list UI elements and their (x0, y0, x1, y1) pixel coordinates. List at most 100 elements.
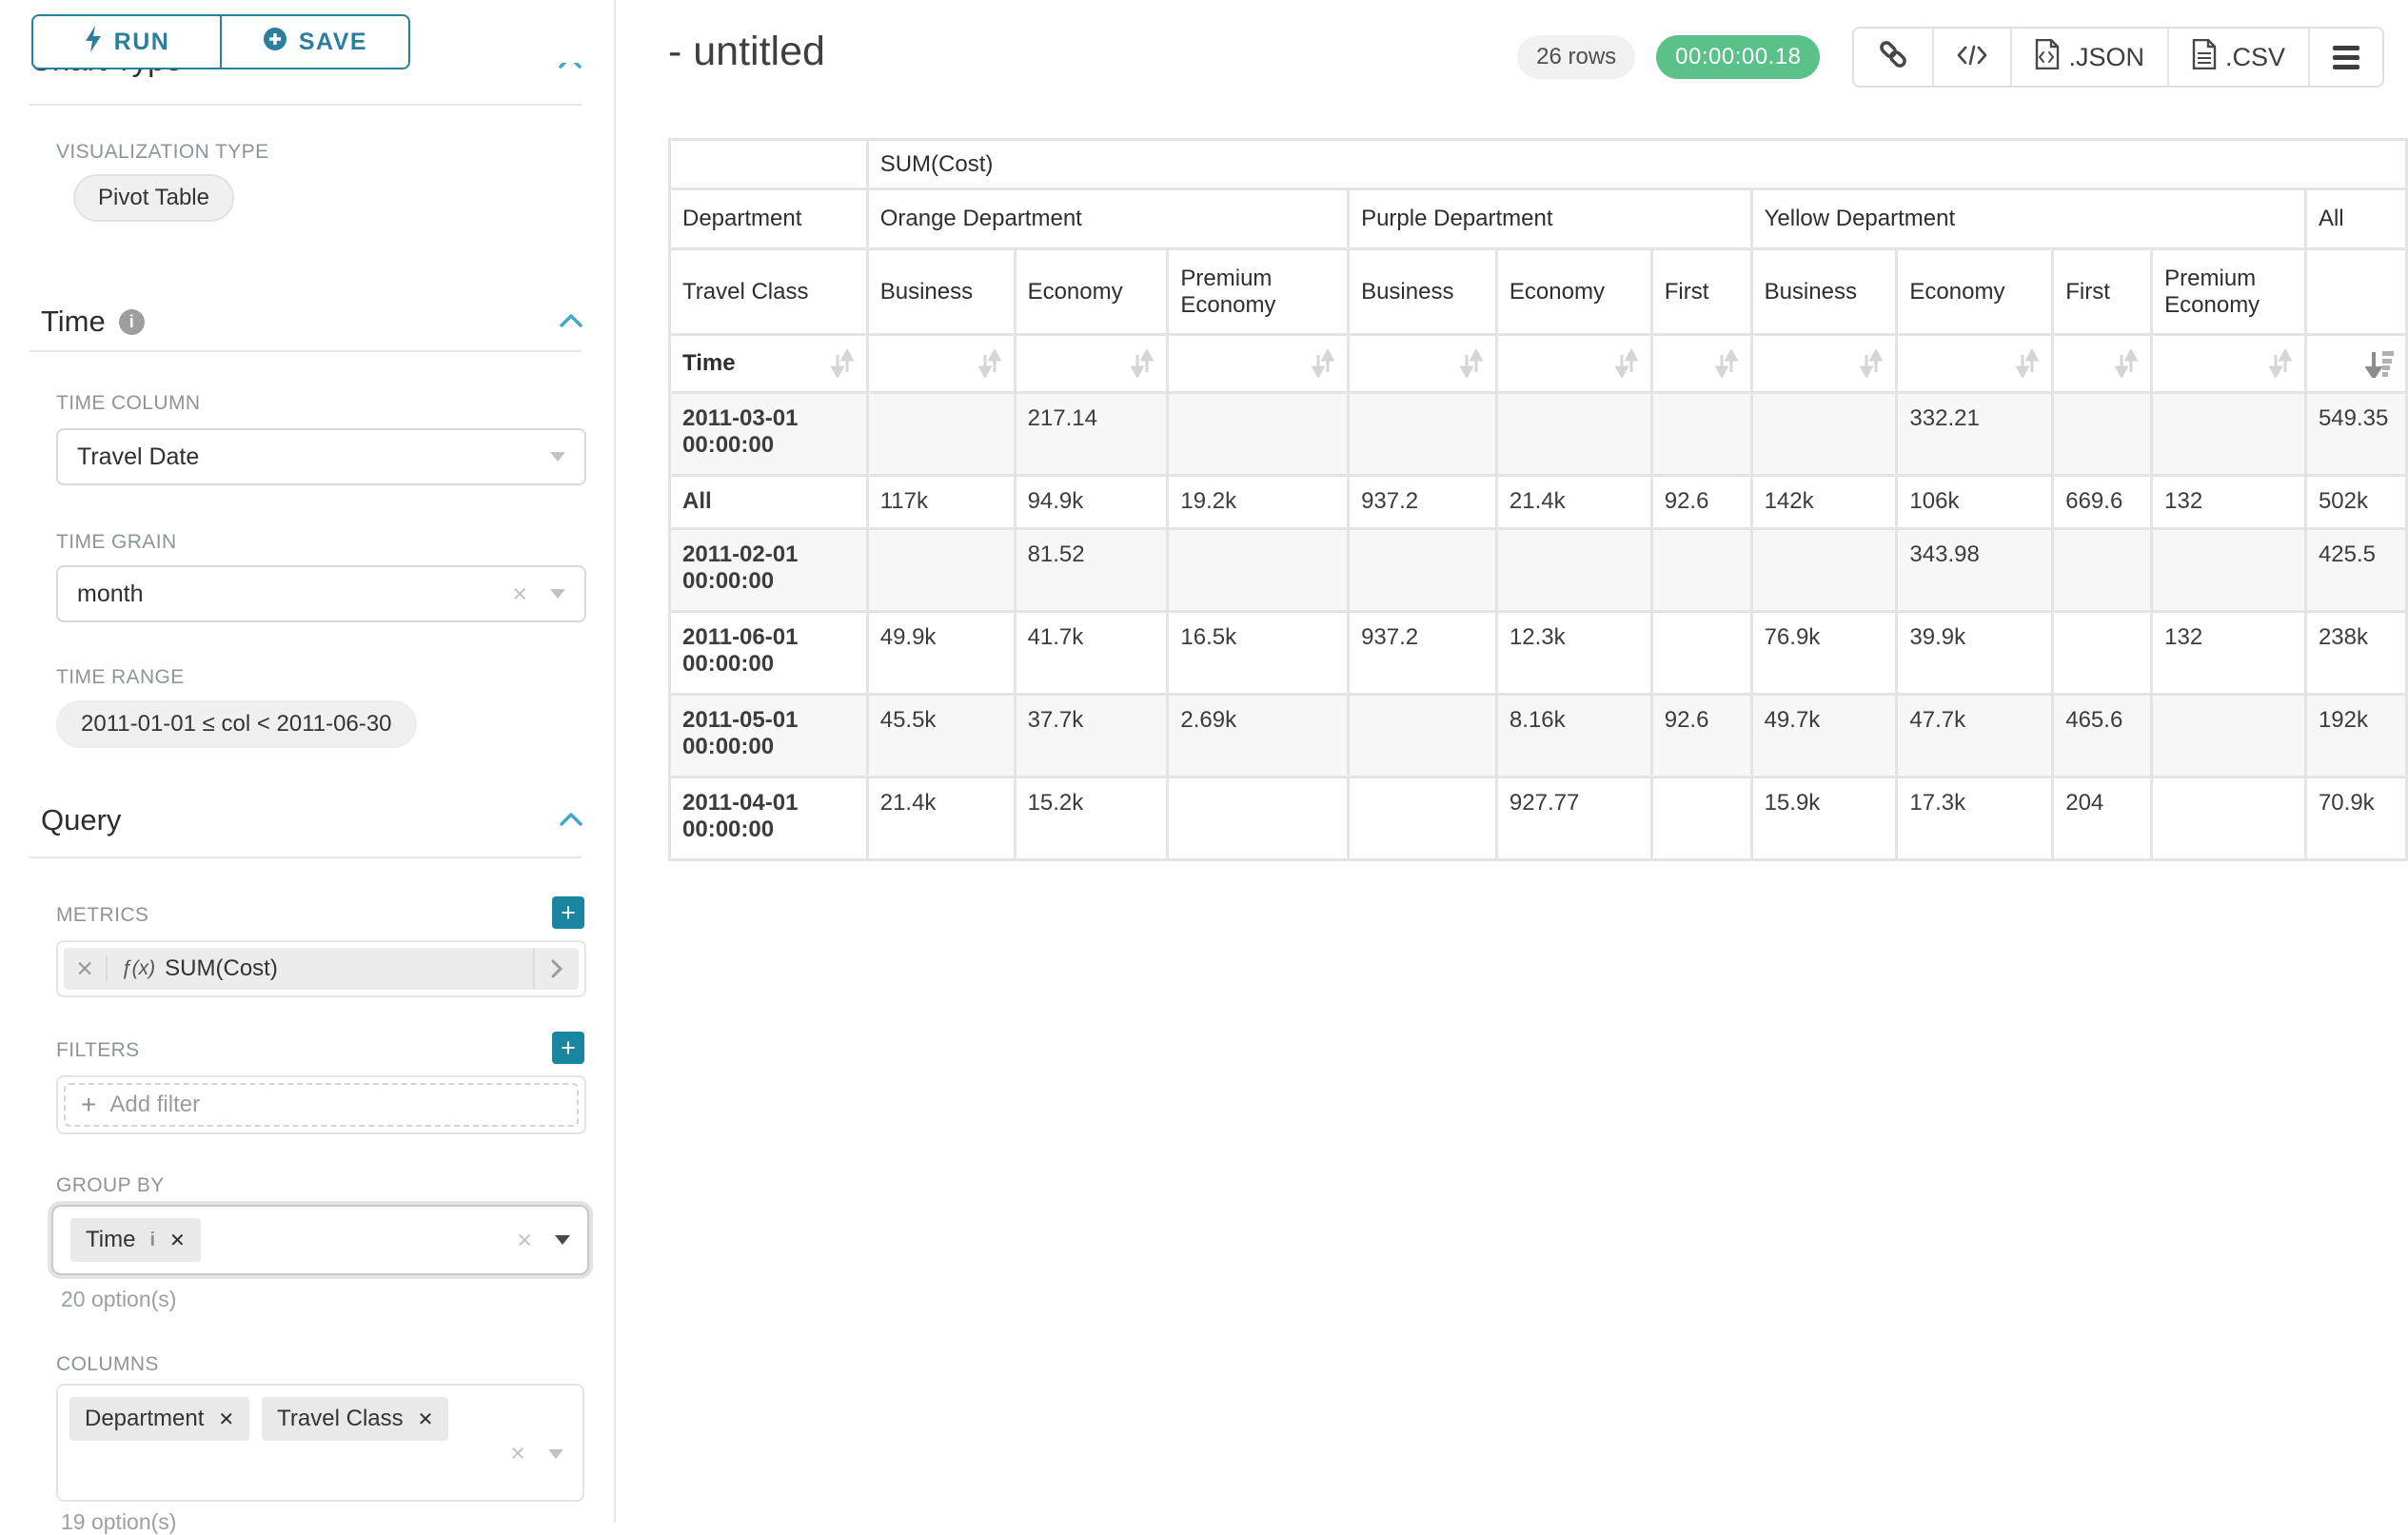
visualization-type-value[interactable]: Pivot Table (73, 174, 234, 222)
metrics-label: METRICS (56, 904, 148, 927)
pivot-cell (2053, 612, 2152, 695)
export-json-button[interactable]: .JSON (2010, 29, 2167, 86)
time-grain-label: TIME GRAIN (56, 531, 177, 554)
clear-icon[interactable]: × (512, 581, 527, 607)
group-by-select[interactable]: Time i ✕ × (51, 1205, 589, 1275)
pivot-cell (2053, 393, 2152, 476)
pivot-row-label: 2011-02-01 00:00:00 (670, 529, 868, 612)
group-by-tag[interactable]: Time i ✕ (70, 1218, 201, 1262)
pivot-cell (2152, 529, 2306, 612)
filters-container: + Add filter (56, 1075, 586, 1134)
sort-icon[interactable] (1714, 349, 1739, 378)
columns-tag[interactable]: Travel Class ✕ (262, 1397, 448, 1441)
sort-header (1168, 335, 1349, 393)
add-filter-plus-button[interactable]: + (552, 1032, 584, 1064)
pivot-cell: 343.98 (1897, 529, 2053, 612)
pivot-cell: 16.5k (1168, 612, 1349, 695)
pivot-cell (1751, 529, 1897, 612)
sort-icon[interactable] (2114, 349, 2139, 378)
pivot-row-dimension-label: Time (670, 335, 868, 393)
chevron-down-icon[interactable] (555, 1235, 570, 1245)
pivot-cell: 39.9k (1897, 612, 2053, 695)
menu-button[interactable] (2308, 29, 2382, 86)
pivot-travel-class-header: Premium Economy (2152, 249, 2306, 335)
pivot-cell: 47.7k (1897, 695, 2053, 777)
file-text-icon (2192, 39, 2217, 76)
chart-title[interactable]: - untitled (668, 29, 825, 75)
chevron-down-icon[interactable] (550, 589, 565, 599)
table-row: 2011-03-01 00:00:00217.14332.21549.35 (670, 393, 2407, 476)
columns-select[interactable]: Department ✕ Travel Class ✕ × (56, 1384, 584, 1502)
sort-header (1897, 335, 2053, 393)
table-row: All117k94.9k19.2k937.221.4k92.6142k106k6… (670, 476, 2407, 529)
remove-tag-icon[interactable]: ✕ (169, 1229, 186, 1252)
pivot-cell: 45.5k (867, 695, 1015, 777)
pivot-travel-class-header: Business (867, 249, 1015, 335)
sort-icon[interactable] (1311, 349, 1335, 378)
time-range-value[interactable]: 2011-01-01 ≤ col < 2011-06-30 (56, 700, 417, 748)
clear-icon[interactable]: × (517, 1228, 532, 1253)
time-column-label: TIME COLUMN (56, 392, 200, 415)
sort-icon[interactable] (977, 349, 1002, 378)
pivot-col-dimension-label: Department (670, 189, 868, 249)
remove-tag-icon[interactable]: ✕ (218, 1407, 234, 1431)
metric-pill[interactable]: ✕ ƒ(x) SUM(Cost) (64, 948, 579, 990)
sort-descending-header (2305, 335, 2406, 393)
sort-header (867, 335, 1015, 393)
pivot-cell (1651, 612, 1751, 695)
pivot-cell: 37.7k (1015, 695, 1168, 777)
sort-icon[interactable] (1459, 349, 1484, 378)
time-grain-value: month (77, 581, 143, 608)
query-timer-badge: 00:00:00.18 (1656, 35, 1820, 79)
export-csv-button[interactable]: .CSV (2167, 29, 2308, 86)
pivot-cell (1168, 393, 1349, 476)
pivot-cell (1168, 529, 1349, 612)
sort-icon[interactable] (2268, 349, 2293, 378)
chevron-down-icon[interactable] (550, 452, 565, 462)
add-metric-button[interactable]: + (552, 896, 584, 929)
save-button[interactable]: SAVE (220, 16, 408, 68)
export-button-group: .JSON .CSV (1852, 27, 2384, 88)
copy-link-button[interactable] (1854, 29, 1932, 86)
embed-code-button[interactable] (1932, 29, 2010, 86)
pivot-cell: 927.77 (1496, 777, 1651, 860)
chevron-right-icon[interactable] (533, 948, 579, 990)
pivot-cell (867, 393, 1015, 476)
sort-icon[interactable] (1130, 349, 1155, 378)
pivot-cell: 70.9k (2305, 777, 2406, 860)
remove-tag-icon[interactable]: ✕ (418, 1407, 434, 1431)
group-by-label: GROUP BY (56, 1174, 165, 1197)
pivot-cell: 142k (1751, 476, 1897, 529)
remove-metric-icon[interactable]: ✕ (64, 956, 108, 982)
result-controls: 26 rows 00:00:00.18 .JSON .CSV (1517, 27, 2384, 88)
clear-icon[interactable]: × (510, 1441, 525, 1466)
pivot-department-header: Yellow Department (1751, 189, 2305, 249)
time-column-select[interactable]: Travel Date (56, 428, 586, 485)
sort-header (1496, 335, 1651, 393)
pivot-table-container: SUM(Cost)DepartmentOrange DepartmentPurp… (668, 138, 2408, 861)
pivot-travel-class-header: Business (1349, 249, 1497, 335)
pivot-cell: 94.9k (1015, 476, 1168, 529)
sort-icon[interactable] (2015, 349, 2040, 378)
pivot-cell: 502k (2305, 476, 2406, 529)
pivot-cell: 49.9k (867, 612, 1015, 695)
chevron-down-icon[interactable] (548, 1449, 563, 1459)
pivot-cell: 238k (2305, 612, 2406, 695)
chevron-up-icon[interactable] (559, 311, 583, 333)
pivot-travel-class-header: Business (1751, 249, 1897, 335)
sort-icon[interactable] (1859, 349, 1884, 378)
add-filter-button[interactable]: + Add filter (64, 1083, 579, 1127)
pivot-row-label: 2011-05-01 00:00:00 (670, 695, 868, 777)
pivot-cell: 669.6 (2053, 476, 2152, 529)
pivot-cell: 217.14 (1015, 393, 1168, 476)
run-button[interactable]: RUN (33, 16, 220, 68)
chevron-up-icon[interactable] (559, 810, 583, 832)
sort-descending-icon[interactable] (2365, 349, 2394, 378)
columns-tag[interactable]: Department ✕ (69, 1397, 249, 1441)
time-grain-select[interactable]: month × (56, 565, 586, 622)
sort-icon[interactable] (830, 349, 855, 378)
pivot-travel-class-header (2305, 249, 2406, 335)
function-icon: ƒ(x) (121, 957, 155, 980)
sort-header (2152, 335, 2306, 393)
sort-icon[interactable] (1614, 349, 1639, 378)
